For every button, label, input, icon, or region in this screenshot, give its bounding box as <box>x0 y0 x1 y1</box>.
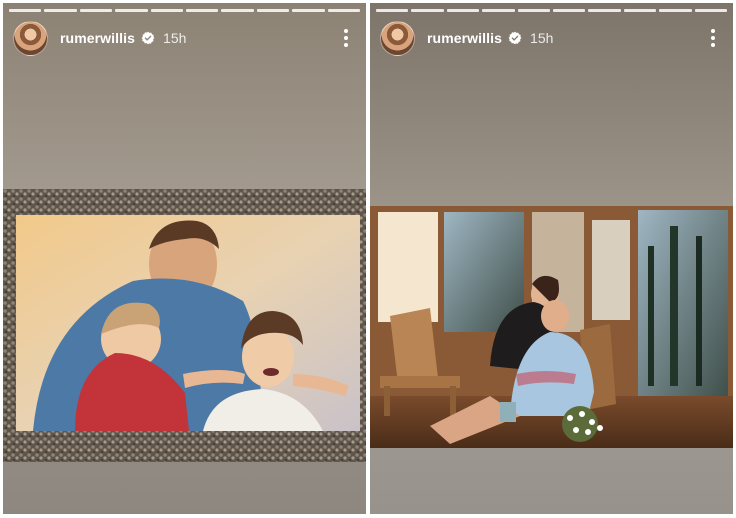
progress-segment <box>327 9 361 12</box>
progress-segment <box>411 9 444 12</box>
avatar[interactable] <box>380 20 415 56</box>
progress-segment <box>150 9 184 12</box>
progress-segment <box>588 9 621 12</box>
progress-segment <box>446 9 480 12</box>
username[interactable]: rumerwillis <box>427 30 502 46</box>
story-photo <box>3 189 366 462</box>
progress-segment <box>79 9 113 12</box>
story-progress-bar <box>9 9 361 12</box>
story-panel-right[interactable]: rumerwillis 15h <box>370 3 733 514</box>
progress-segment <box>482 9 515 12</box>
progress-segment <box>694 9 728 12</box>
story-photo <box>370 206 733 448</box>
story-progress-bar <box>376 9 728 12</box>
story-header: rumerwillis 15h <box>380 20 723 56</box>
progress-segment <box>659 9 692 12</box>
story-timestamp: 15h <box>163 30 187 46</box>
progress-segment <box>623 9 657 12</box>
username[interactable]: rumerwillis <box>60 30 135 46</box>
avatar[interactable] <box>13 20 48 56</box>
story-panel-left[interactable]: rumerwillis 15h <box>3 3 366 514</box>
progress-segment <box>186 9 219 12</box>
progress-segment <box>256 9 290 12</box>
progress-segment <box>221 9 254 12</box>
progress-segment <box>517 9 551 12</box>
verified-badge-icon <box>508 31 522 45</box>
story-header: rumerwillis 15h <box>13 20 356 56</box>
progress-segment <box>376 9 409 12</box>
progress-segment <box>292 9 325 12</box>
progress-segment <box>44 9 77 12</box>
more-vertical-icon[interactable] <box>703 26 723 50</box>
story-timestamp: 15h <box>530 30 554 46</box>
progress-segment <box>9 9 42 12</box>
verified-badge-icon <box>141 31 155 45</box>
progress-segment <box>115 9 148 12</box>
progress-segment <box>553 9 586 12</box>
more-vertical-icon[interactable] <box>336 26 356 50</box>
